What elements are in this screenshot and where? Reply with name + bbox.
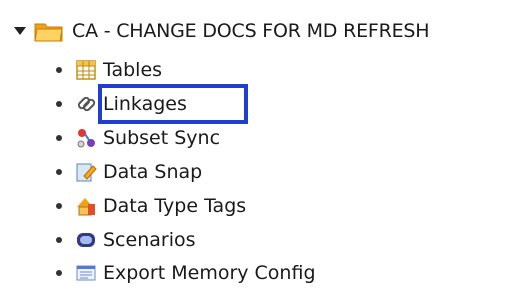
tree-item-label: Linkages [103, 93, 187, 115]
tree-item-label: Scenarios [103, 229, 196, 251]
tree-root-node[interactable]: CA - CHANGE DOCS FOR MD REFRESH [14, 14, 430, 48]
data-snap-icon [76, 163, 97, 182]
bullet [56, 135, 62, 141]
scenarios-icon [77, 233, 95, 247]
folder-icon [34, 23, 63, 42]
export-memory-config-icon [76, 265, 96, 281]
tree-item-tables[interactable]: Tables [56, 53, 162, 87]
tree-item-linkages[interactable]: Linkages [56, 87, 187, 121]
tree-item-label: Data Type Tags [103, 195, 247, 217]
bullet [56, 169, 62, 175]
bullet [56, 270, 62, 276]
link-icon [77, 96, 96, 112]
tree-item-data-type-tags[interactable]: Data Type Tags [56, 189, 246, 223]
tree-item-data-snap[interactable]: Data Snap [56, 155, 202, 189]
subset-sync-icon [77, 129, 95, 148]
tree-root-label: CA - CHANGE DOCS FOR MD REFRESH [72, 20, 430, 42]
tree-item-label: Data Snap [103, 161, 203, 183]
data-type-tags-icon [77, 198, 95, 216]
bullet [56, 237, 62, 243]
expand-caret-icon[interactable] [14, 27, 26, 35]
bullet [56, 101, 62, 107]
tree-item-subset-sync[interactable]: Subset Sync [56, 121, 220, 155]
tree-item-scenarios[interactable]: Scenarios [56, 223, 196, 257]
tree-item-label: Tables [103, 59, 163, 81]
tree-view: CA - CHANGE DOCS FOR MD REFRESH Tables L… [0, 0, 514, 297]
tree-item-label: Export Memory Config [103, 262, 316, 284]
bullet [56, 203, 62, 209]
tree-item-label: Subset Sync [103, 127, 221, 149]
tree-item-export-memory-config[interactable]: Export Memory Config [56, 256, 316, 290]
bullet [56, 67, 62, 73]
table-icon [76, 60, 96, 80]
